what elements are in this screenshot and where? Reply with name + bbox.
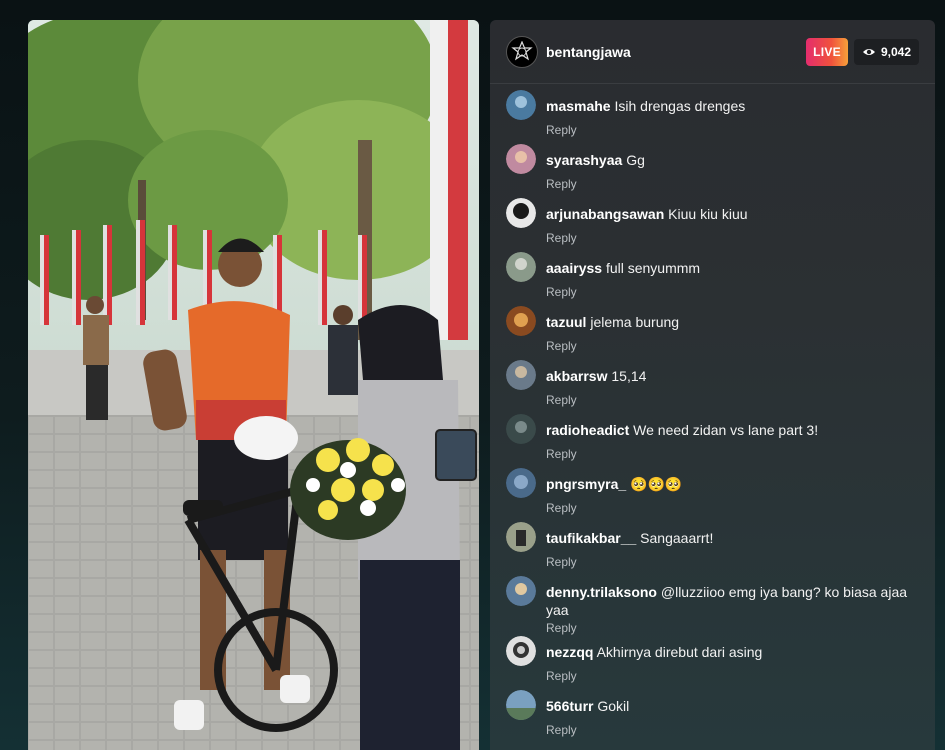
- comment-text: 15,14: [611, 368, 647, 384]
- comment-text: Kiuu kiu kiuu: [668, 206, 748, 222]
- commenter-avatar[interactable]: [506, 468, 536, 498]
- comment-username[interactable]: aaairyss: [546, 260, 602, 276]
- comment-item: pngrsmyra_ 🥺🥺🥺 Reply: [506, 462, 919, 516]
- commenter-avatar[interactable]: [506, 252, 536, 282]
- commenter-avatar[interactable]: [506, 306, 536, 336]
- commenter-avatar[interactable]: [506, 576, 536, 606]
- live-video-player[interactable]: [28, 20, 479, 750]
- commenter-avatar[interactable]: [506, 414, 536, 444]
- commenter-avatar[interactable]: [506, 198, 536, 228]
- comment-username[interactable]: nezzqq: [546, 644, 593, 660]
- host-logo-icon: [511, 40, 533, 60]
- comment-username[interactable]: pngrsmyra_: [546, 476, 626, 492]
- comment-text: Akhirnya direbut dari asing: [596, 644, 763, 660]
- commenter-avatar[interactable]: [506, 360, 536, 390]
- viewer-count-badge: 9,042: [853, 38, 919, 65]
- reply-button[interactable]: Reply: [546, 447, 577, 461]
- comment-username[interactable]: taufikakbar__: [546, 530, 636, 546]
- live-badge: LIVE: [806, 37, 848, 66]
- reply-button[interactable]: Reply: [546, 393, 577, 407]
- commenter-avatar[interactable]: [506, 144, 536, 174]
- comment-item: nezzqq Akhirnya direbut dari asing Reply: [506, 630, 919, 684]
- eye-icon: [862, 48, 875, 55]
- comment-text: jelema burung: [590, 314, 680, 330]
- comment-item: 566turr Gokil Reply: [506, 684, 919, 738]
- comment-username[interactable]: akbarrsw: [546, 368, 607, 384]
- commenter-avatar[interactable]: [506, 690, 536, 720]
- live-comments-panel: bentangjawa LIVE 9,042 masmahe Isih dren…: [490, 20, 935, 750]
- commenter-avatar[interactable]: [506, 636, 536, 666]
- comment-text: Sangaaarrt!: [640, 530, 714, 546]
- reply-button[interactable]: Reply: [546, 723, 577, 737]
- comment-username[interactable]: arjunabangsawan: [546, 206, 664, 222]
- comment-item: tazuul jelema burung Reply: [506, 300, 919, 354]
- comment-item: syarashyaa Gg Reply: [506, 138, 919, 192]
- commenter-avatar[interactable]: [506, 90, 536, 120]
- reply-button[interactable]: Reply: [546, 669, 577, 683]
- reply-button[interactable]: Reply: [546, 177, 577, 191]
- viewer-count: 9,042: [880, 44, 911, 59]
- comment-text: Gg: [626, 152, 645, 168]
- comment-item: radioheadict We need zidan vs lane part …: [506, 408, 919, 462]
- comment-item: aaairyss full senyummm Reply: [506, 246, 919, 300]
- reply-button[interactable]: Reply: [546, 555, 577, 569]
- comment-list[interactable]: masmahe Isih drengas drenges Reply syara…: [490, 84, 935, 738]
- commenter-avatar[interactable]: [506, 522, 536, 552]
- video-frame-scene: [28, 20, 479, 750]
- comment-item: denny.trilaksono @lluzziioo emg iya bang…: [506, 570, 919, 635]
- reply-button[interactable]: Reply: [546, 123, 577, 137]
- comment-username[interactable]: syarashyaa: [546, 152, 622, 168]
- host-username[interactable]: bentangjawa: [546, 44, 806, 60]
- reply-button[interactable]: Reply: [546, 339, 577, 353]
- comment-item: masmahe Isih drengas drenges Reply: [506, 84, 919, 138]
- comment-text: Gokil: [597, 698, 630, 714]
- comment-item: akbarrsw 15,14 Reply: [506, 354, 919, 408]
- comment-item: taufikakbar__ Sangaaarrt! Reply: [506, 516, 919, 570]
- comment-text: 🥺🥺🥺: [630, 476, 683, 492]
- comment-text: full senyummm: [605, 260, 701, 276]
- reply-button[interactable]: Reply: [546, 231, 577, 245]
- comment-username[interactable]: denny.trilaksono: [546, 584, 657, 600]
- comment-text: We need zidan vs lane part 3!: [633, 422, 819, 438]
- comment-item: arjunabangsawan Kiuu kiu kiuu Reply: [506, 192, 919, 246]
- stream-header: bentangjawa LIVE 9,042: [490, 20, 935, 84]
- comment-username[interactable]: radioheadict: [546, 422, 629, 438]
- reply-button[interactable]: Reply: [546, 501, 577, 515]
- comment-username[interactable]: masmahe: [546, 98, 611, 114]
- comment-username[interactable]: tazuul: [546, 314, 586, 330]
- comment-username[interactable]: 566turr: [546, 698, 593, 714]
- reply-button[interactable]: Reply: [546, 285, 577, 299]
- host-avatar[interactable]: [506, 35, 538, 68]
- comment-text: Isih drengas drenges: [614, 98, 746, 114]
